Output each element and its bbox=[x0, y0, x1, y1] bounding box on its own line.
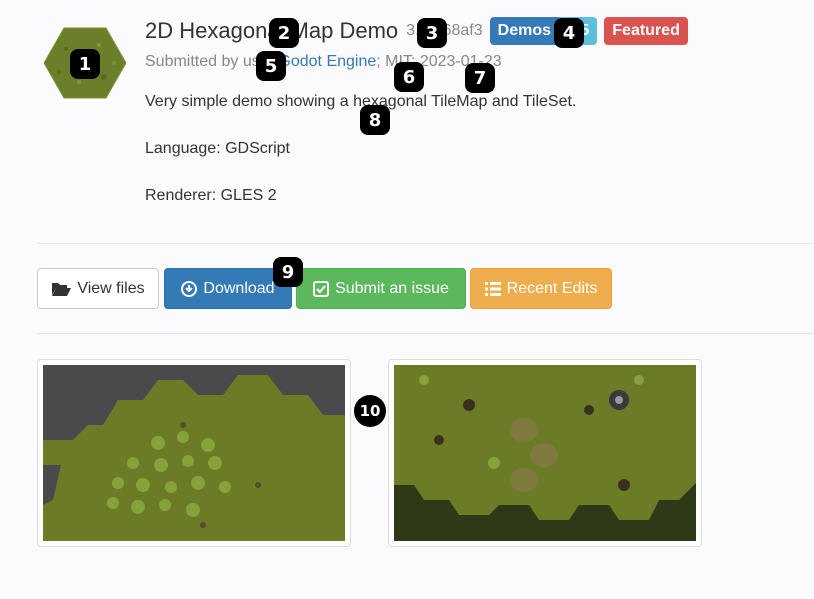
marker-8: 8 bbox=[360, 105, 390, 135]
screenshot-image bbox=[394, 365, 696, 541]
screenshot-image bbox=[43, 365, 345, 541]
marker-7: 7 bbox=[465, 63, 495, 93]
marker-9: 9 bbox=[273, 257, 303, 287]
divider bbox=[37, 243, 814, 244]
divider bbox=[37, 333, 814, 334]
folder-open-icon bbox=[52, 282, 72, 296]
check-square-icon bbox=[313, 280, 330, 297]
featured-badge: Featured bbox=[604, 17, 688, 45]
screenshot-thumbnail[interactable] bbox=[388, 359, 702, 547]
marker-1: 1 bbox=[70, 49, 100, 79]
marker-10: 10 bbox=[354, 395, 386, 427]
view-files-button[interactable]: View files bbox=[37, 268, 159, 309]
category-badge[interactable]: Demos bbox=[489, 17, 560, 45]
marker-2: 2 bbox=[269, 18, 299, 48]
screenshot-thumbnail[interactable] bbox=[37, 359, 351, 547]
submit-issue-label: Submit an issue bbox=[335, 279, 449, 297]
renderer-text: Renderer: GLES 2 bbox=[145, 187, 277, 204]
recent-edits-button[interactable]: Recent Edits bbox=[470, 268, 612, 309]
marker-5: 5 bbox=[256, 51, 286, 81]
view-files-label: View files bbox=[77, 279, 145, 297]
marker-6: 6 bbox=[394, 62, 424, 92]
submission-meta: Submitted by user Godot Engine; MIT; 202… bbox=[145, 53, 502, 71]
marker-3: 3 bbox=[417, 18, 447, 48]
submitted-prefix: Submitted by user bbox=[145, 53, 274, 70]
recent-edits-label: Recent Edits bbox=[506, 279, 598, 297]
download-icon bbox=[181, 280, 198, 297]
language-text: Language: GDScript bbox=[145, 140, 290, 157]
submit-issue-button[interactable]: Submit an issue bbox=[296, 268, 466, 309]
list-icon bbox=[484, 281, 501, 296]
author-link[interactable]: Godot Engine bbox=[278, 53, 376, 70]
marker-4: 4 bbox=[554, 18, 584, 48]
download-label: Download bbox=[203, 279, 275, 297]
meta-separator: ; bbox=[376, 53, 386, 70]
